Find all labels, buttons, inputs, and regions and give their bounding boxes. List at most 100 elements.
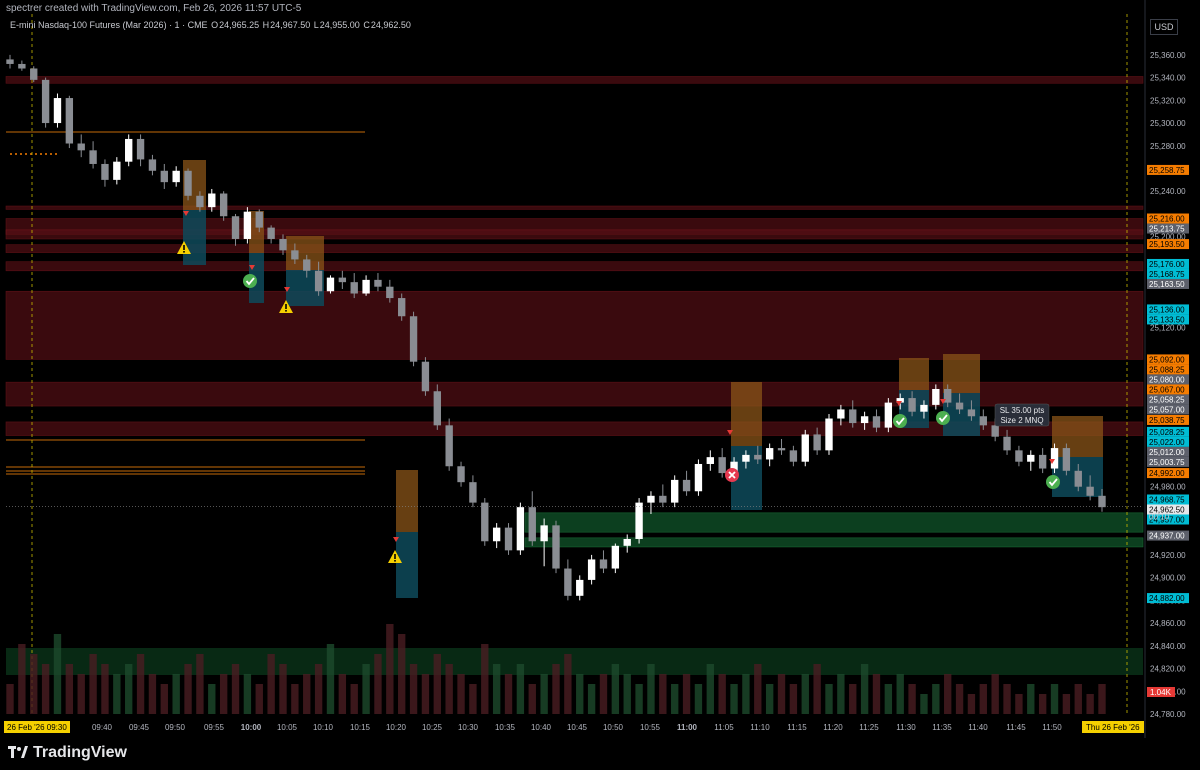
tradingview-logo[interactable]: TradingView (8, 744, 127, 762)
candle-body (599, 559, 608, 569)
x-tick-label: 11:05 (714, 723, 734, 732)
symbol-legend[interactable]: E-mini Nasdaq-100 Futures (Mar 2026) · 1… (10, 20, 412, 30)
volume-bar (314, 664, 323, 714)
x-tick-label: 11:35 (932, 723, 952, 732)
price-tag-label: 25,213.75 (1149, 225, 1185, 234)
candle-body (219, 193, 228, 217)
resistance-zone (5, 205, 1144, 210)
x-tick-label: 10:20 (386, 723, 407, 732)
x-tick-label: 11:20 (823, 723, 843, 732)
candle-body (113, 161, 121, 180)
candle-body (587, 559, 596, 580)
candle-body (160, 170, 168, 183)
x-tick-label: 10:40 (531, 723, 552, 732)
volume-profile-band (6, 648, 1143, 675)
warning-dot (394, 560, 396, 562)
price-tag-label: 24,992.00 (1149, 469, 1185, 478)
resistance-zone (5, 244, 1144, 253)
x-tick-label: 11:50 (1042, 723, 1062, 732)
candlestick-chart[interactable]: SL 35.00 ptsSize 2 MNQ 25,360.00 25,340.00… (0, 0, 1200, 738)
price-tag-label: 24,968.75 (1149, 495, 1185, 504)
position-note: SL 35.00 ptsSize 2 MNQ (994, 403, 1050, 427)
y-tick-label: 24,820.00 (1150, 665, 1186, 674)
position-note-size: Size 2 MNQ (1000, 416, 1043, 425)
candle-body (1050, 448, 1059, 469)
volume-bar (398, 634, 406, 714)
candle-body (920, 404, 928, 412)
high-value: 24,967.50 (270, 20, 311, 30)
volume-bar (1027, 684, 1035, 714)
volume-bar (801, 674, 809, 714)
x-tick-label: 10:15 (350, 723, 371, 732)
volume-bar (932, 684, 940, 714)
price-tag-label: 25,092.00 (1149, 355, 1185, 364)
x-tick-label: 10:10 (313, 723, 334, 732)
candle-body (1086, 486, 1094, 496)
check-circle (893, 414, 907, 428)
candle-body (540, 525, 548, 542)
volume-bar (445, 664, 453, 714)
candle-body (908, 398, 916, 412)
resistance-zone (5, 76, 1144, 84)
volume-bar (765, 684, 774, 714)
y-tick-label: 24,920.00 (1150, 551, 1186, 560)
volume-bar (1086, 694, 1094, 714)
candle-body (872, 416, 881, 428)
candle-body (65, 98, 74, 144)
y-tick-label: 24,840.00 (1150, 642, 1186, 651)
warning-mark (394, 554, 396, 559)
candle-body (718, 457, 726, 474)
volume-bar (777, 674, 786, 714)
volume-bar (267, 654, 275, 714)
volume-bar (1015, 694, 1023, 714)
candle-body (552, 525, 560, 569)
check-circle (1046, 475, 1060, 489)
volume-bar (255, 684, 263, 714)
candle-body (765, 448, 774, 460)
volume-bar (730, 684, 738, 714)
target-reward-box (396, 532, 418, 598)
price-tag-label: 25,258.75 (1149, 166, 1185, 175)
volume-bar (528, 684, 536, 714)
volume-bar (101, 664, 109, 714)
volume-bar (540, 674, 548, 714)
y-tick-label: 24,780.00 (1150, 710, 1186, 719)
currency-button[interactable]: USD (1150, 19, 1178, 35)
volume-bar (65, 664, 74, 714)
candle-body (267, 227, 275, 239)
candle-body (469, 482, 477, 503)
volume-bar (872, 674, 881, 714)
volume-bar (1098, 684, 1106, 714)
x-tick-label: 09:50 (165, 723, 186, 732)
price-tag-label: 25,057.00 (1149, 405, 1185, 414)
candle-body (303, 259, 311, 271)
resistance-zone (5, 290, 1144, 360)
candle-body (1003, 436, 1011, 451)
y-tick-label: 25,280.00 (1150, 142, 1186, 151)
candle-body (825, 418, 833, 451)
volume-bar (504, 674, 513, 714)
volume-bar (492, 664, 501, 714)
open-label: O (211, 20, 219, 30)
candle-body (635, 502, 643, 539)
support-zone (524, 537, 1144, 548)
tradingview-brand: TradingView (33, 744, 127, 761)
low-value: 24,955.00 (319, 20, 360, 30)
tradingview-logo-icon (8, 746, 28, 760)
volume-bar (6, 684, 14, 714)
candle-body (860, 416, 869, 424)
price-tag-label: 25,067.00 (1149, 385, 1185, 394)
volume-bar (552, 664, 560, 714)
candle-body (291, 250, 299, 260)
x-tick-label: 11:25 (859, 723, 879, 732)
candle-body (409, 316, 418, 362)
volume-bar (279, 664, 287, 714)
y-tick-label: 25,340.00 (1150, 74, 1186, 83)
candle-body (350, 282, 358, 294)
x-tick-label: 11:45 (1006, 723, 1026, 732)
candle-body (41, 79, 50, 124)
candle-body (516, 507, 525, 551)
candle-body (564, 568, 572, 596)
candle-body (53, 98, 62, 124)
x-tick-label: 09:55 (204, 723, 225, 732)
